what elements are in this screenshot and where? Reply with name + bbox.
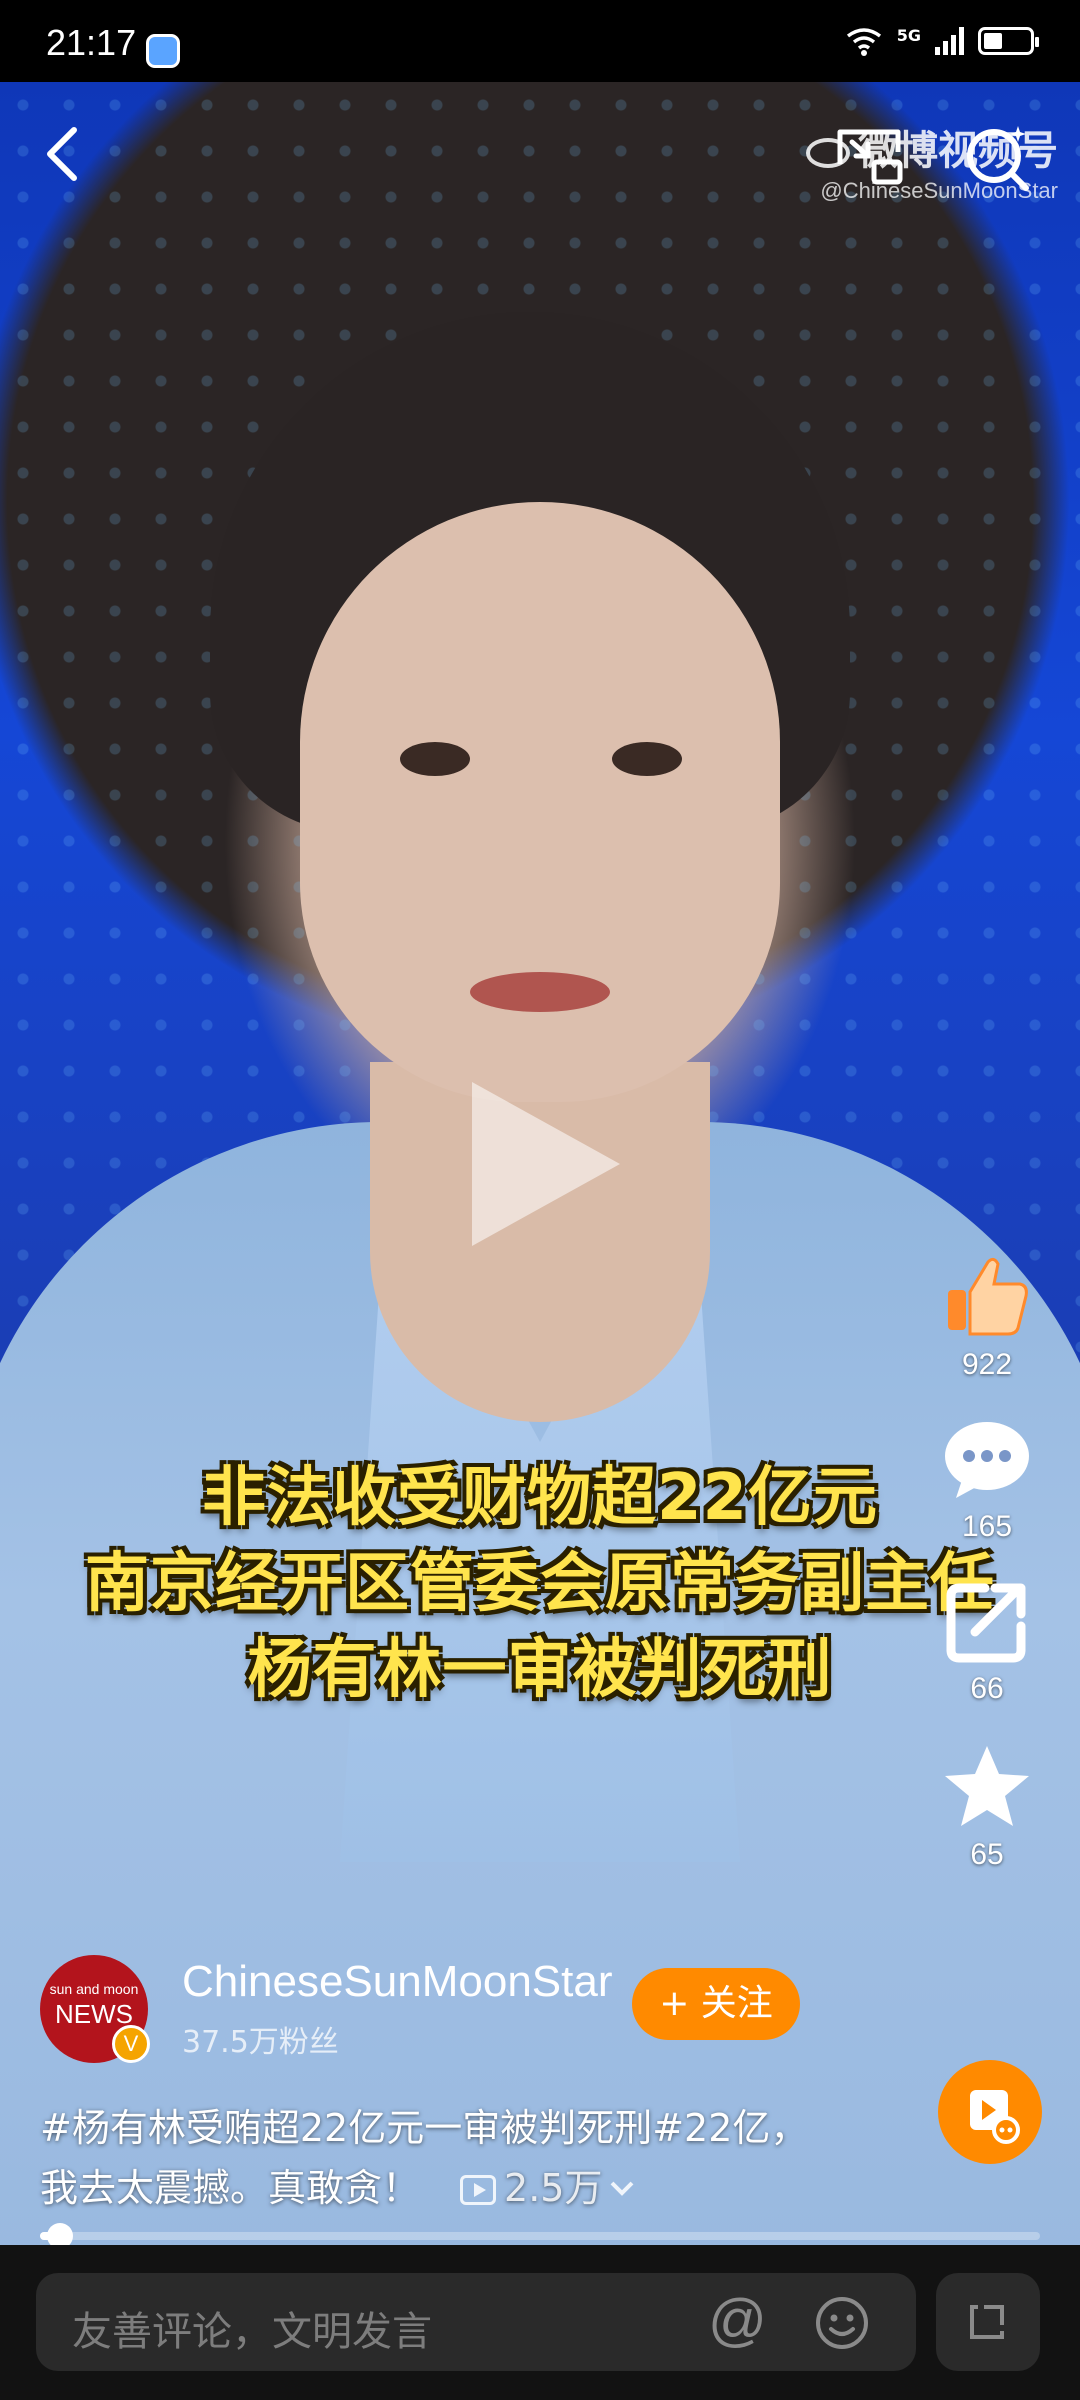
- share-icon: [946, 1583, 1026, 1663]
- signal-icon: [935, 27, 964, 55]
- chevron-down-icon: [611, 2181, 634, 2196]
- caption-line: 杨有林一审被判死刑: [247, 1633, 833, 1707]
- video-description: #杨有林受贿超22亿元一审被判死刑#22亿，我去太震撼。真敢贪！ 2.5万: [40, 2098, 840, 2218]
- view-count-text: 2.5万: [504, 2166, 603, 2210]
- comment-input[interactable]: 友善评论，文明发言 @: [36, 2273, 916, 2371]
- anchor-eye: [612, 742, 682, 776]
- like-icon: [948, 1257, 1028, 1336]
- star-icon: [945, 1746, 1029, 1826]
- views-icon: [460, 2175, 497, 2205]
- like-button[interactable]: 922: [932, 1250, 1042, 1382]
- description-text: #杨有林受贿超22亿元一审被判死刑#22亿，我去太震撼。真敢贪！: [40, 2106, 809, 2210]
- video-camera-icon: [970, 2090, 1020, 2144]
- wifi-icon: [846, 28, 881, 56]
- status-bar: 21:17 5G: [0, 0, 1080, 82]
- share-button[interactable]: 66: [932, 1580, 1042, 1706]
- favorite-count: 65: [970, 1838, 1004, 1871]
- comment-placeholder: 友善评论，文明发言: [72, 2309, 432, 2355]
- emoji-icon[interactable]: [814, 2295, 870, 2351]
- caption-line: 非法收受财物超22亿元: [201, 1461, 879, 1535]
- action-bar: 922 165 66 65: [932, 1250, 1042, 1908]
- author-name[interactable]: ChineseSunMoonStar: [182, 1957, 612, 2007]
- view-count[interactable]: 2.5万: [460, 2158, 636, 2218]
- search-icon[interactable]: [962, 122, 1034, 194]
- video-caption: 非法收受财物超22亿元 南京经开区管委会原常务副主任 杨有林一审被判死刑: [0, 1455, 1080, 1713]
- comment-bar: 友善评论，文明发言 @: [0, 2245, 1080, 2400]
- status-time: 21:17: [46, 22, 137, 63]
- author-fans: 37.5万粉丝: [182, 2025, 339, 2060]
- avatar[interactable]: sun and moon NEWS V: [40, 1955, 150, 2063]
- comment-button[interactable]: 165: [932, 1418, 1042, 1544]
- app-notification-icon: [146, 34, 180, 68]
- like-count: 922: [961, 1348, 1013, 1381]
- anchor-mouth: [470, 972, 610, 1012]
- pip-icon[interactable]: [834, 124, 906, 188]
- comment-icon: [945, 1422, 1029, 1498]
- mention-button[interactable]: @: [708, 2287, 767, 2354]
- anchor-eye: [400, 742, 470, 776]
- anchor-face: [300, 502, 780, 1102]
- share-count: 66: [970, 1672, 1004, 1705]
- comment-count: 165: [961, 1510, 1013, 1543]
- favorite-button[interactable]: 65: [932, 1742, 1042, 1872]
- follow-button[interactable]: + 关注: [632, 1968, 800, 2040]
- status-indicators: 5G: [845, 26, 1039, 56]
- caption-line: 南京经开区管委会原常务副主任: [85, 1547, 995, 1621]
- expand-button[interactable]: [936, 2273, 1040, 2371]
- avatar-text-top: sun and moon: [49, 1981, 139, 1997]
- back-icon[interactable]: [36, 124, 96, 184]
- network-label: 5G: [896, 26, 921, 45]
- video-progress-bar[interactable]: [40, 2223, 1040, 2249]
- play-icon[interactable]: [472, 1082, 620, 1246]
- video-publish-button[interactable]: [938, 2060, 1042, 2164]
- verified-badge: V: [112, 2025, 150, 2063]
- battery-icon: [978, 27, 1039, 55]
- expand-icon: [970, 2305, 1004, 2339]
